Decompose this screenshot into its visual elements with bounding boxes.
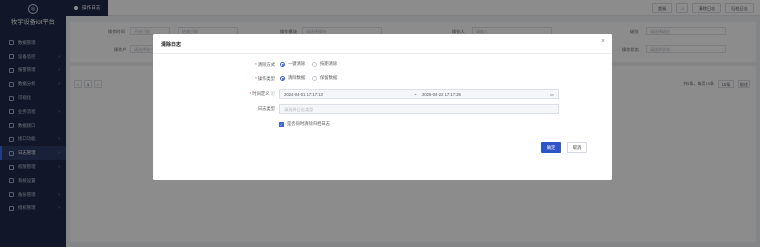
radio-label: 保留数据 — [320, 75, 338, 80]
dialog-divider — [153, 53, 612, 54]
date-start-value: 2024-04-01 17:17:13 — [284, 92, 323, 97]
date-separator: ~ — [414, 92, 417, 97]
radio-clear-data[interactable]: 清除数据 — [280, 75, 305, 81]
checkbox-label: 是否同时清除归档日志 — [287, 121, 330, 126]
radio-circle — [280, 75, 285, 81]
date-end-value: 2025-04-22 17:17:26 — [422, 92, 461, 97]
calendar-icon[interactable]: ▭ — [550, 92, 554, 97]
cancel-button[interactable]: 取消 — [567, 142, 587, 153]
radio-label: 按期清除 — [320, 61, 338, 66]
clear-archive-checkbox[interactable]: ✓ 是否同时清除归档日志 — [279, 121, 330, 127]
radio-circle — [312, 75, 317, 81]
radio-period-clear[interactable]: 按期清除 — [312, 61, 337, 67]
checkmark-icon: ✓ — [279, 121, 284, 127]
radio-circle — [280, 61, 285, 67]
radio-one-click-clear[interactable]: 一键清除 — [280, 61, 305, 67]
close-icon[interactable]: × — [601, 38, 605, 45]
log-type-select[interactable]: 请选择日志类型 — [279, 104, 559, 114]
method-label: *清除方式 — [255, 62, 275, 67]
radio-label: 清除数据 — [288, 75, 306, 80]
date-range-input[interactable]: 2024-04-01 17:17:13 ~ 2025-04-22 17:17:2… — [279, 89, 559, 99]
time-label: *时间定义 ⓘ — [249, 91, 275, 96]
radio-keep-data[interactable]: 保留数据 — [312, 75, 337, 81]
confirm-button[interactable]: 确定 — [541, 142, 561, 153]
radio-circle — [312, 61, 317, 67]
dialog-title: 清除日志 — [161, 42, 182, 48]
radio-label: 一键清除 — [288, 61, 306, 66]
type-label: *操作类型 — [255, 76, 275, 81]
log-type-label: 日志类型 — [257, 106, 275, 111]
